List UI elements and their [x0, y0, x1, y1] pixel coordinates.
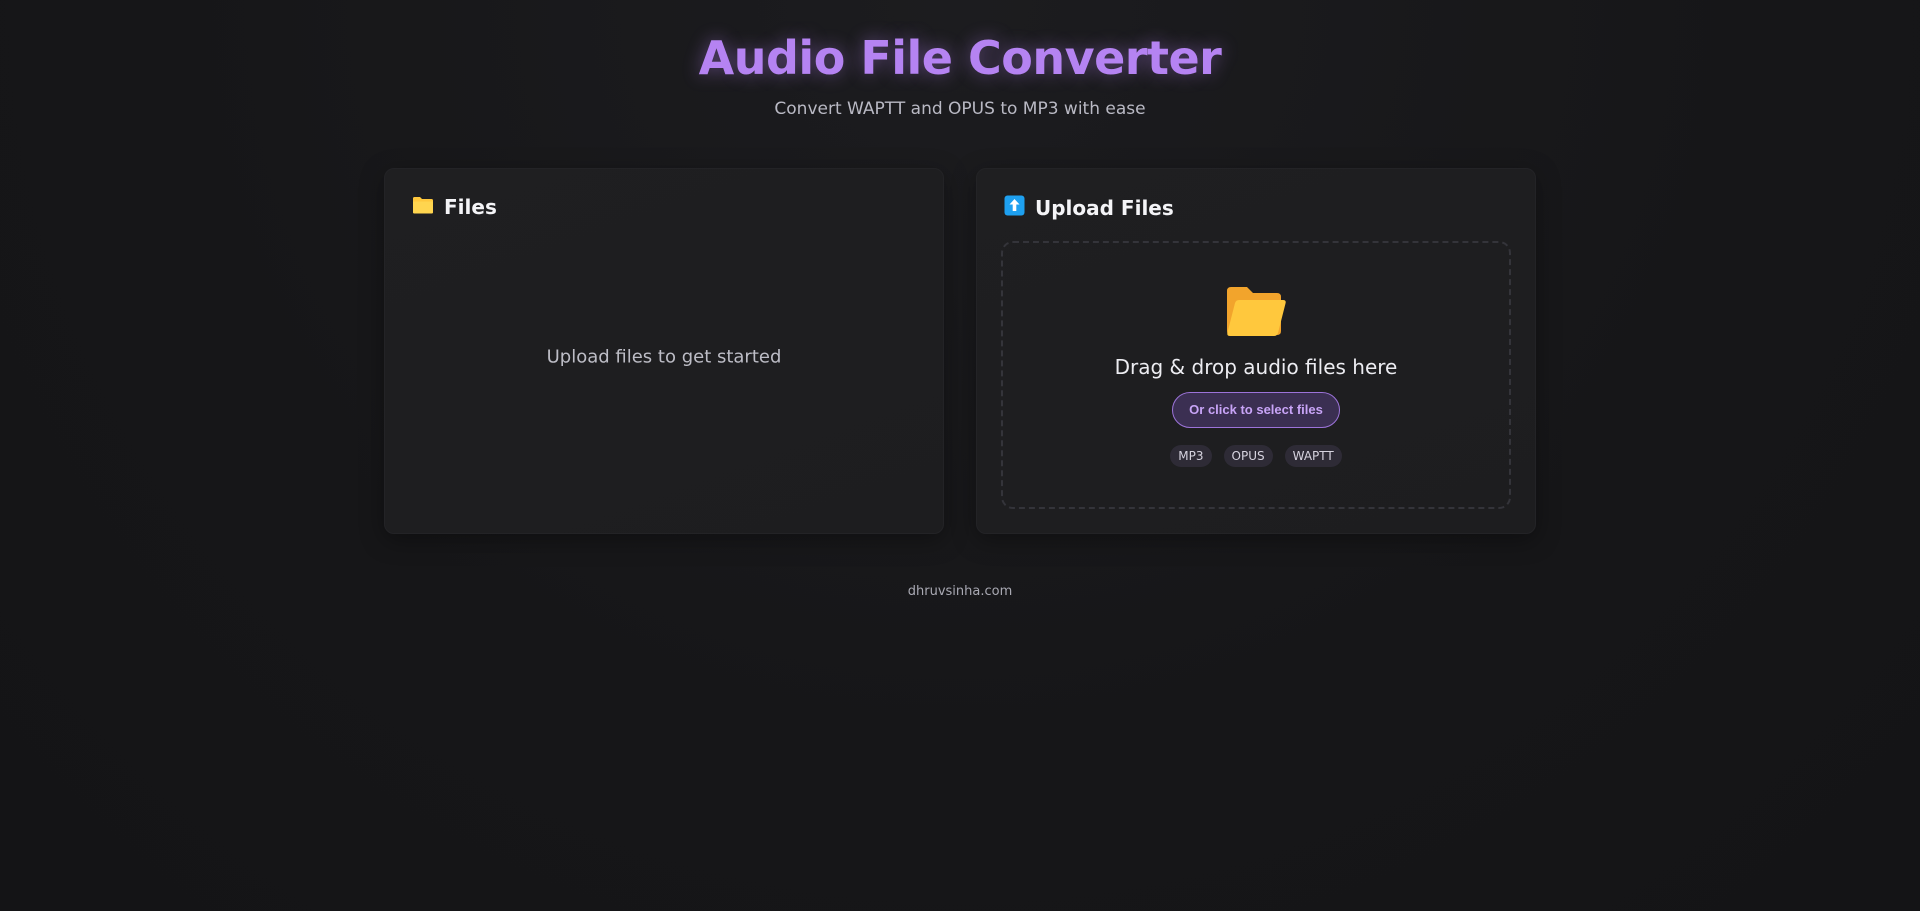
upload-panel-title: Upload Files	[1035, 195, 1174, 220]
drop-zone-text: Drag & drop audio files here	[1114, 355, 1398, 379]
footer-link[interactable]: dhruvsinha.com	[908, 584, 1013, 599]
files-empty-message: Upload files to get started	[546, 346, 782, 368]
page-footer: dhruvsinha.com	[0, 584, 1920, 599]
upload-panel-header: Upload Files	[1004, 195, 1174, 220]
files-panel-title: Files	[444, 195, 497, 219]
format-chip-opus: OPUS	[1223, 445, 1273, 467]
page-header: Audio File Converter Convert WAPTT and O…	[0, 0, 1920, 119]
files-panel: Files Upload files to get started	[384, 168, 944, 534]
format-chip-waptt: WAPTT	[1284, 445, 1342, 467]
files-panel-header: Files	[412, 195, 497, 219]
page-subtitle: Convert WAPTT and OPUS to MP3 with ease	[774, 99, 1146, 119]
upload-arrow-icon	[1004, 195, 1025, 220]
folder-icon	[412, 195, 434, 219]
panels-container: Files Upload files to get started Upload…	[384, 168, 1536, 534]
page-title: Audio File Converter	[698, 31, 1222, 85]
select-files-button[interactable]: Or click to select files	[1172, 392, 1340, 428]
format-chip-mp3: MP3	[1170, 445, 1212, 467]
open-folder-icon	[1225, 285, 1287, 343]
supported-formats: MP3 OPUS WAPTT	[1170, 445, 1342, 467]
upload-panel: Upload Files Drag & drop audio files her…	[976, 168, 1536, 534]
drop-zone[interactable]: Drag & drop audio files here Or click to…	[1001, 241, 1511, 509]
